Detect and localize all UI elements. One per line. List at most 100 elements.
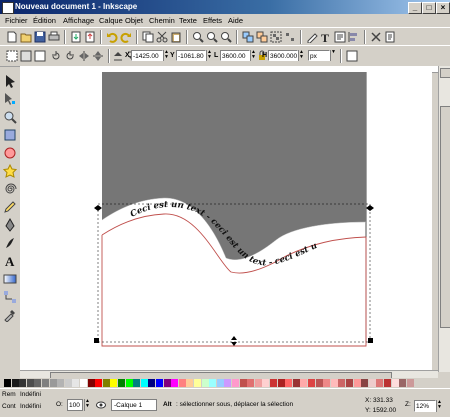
- redo-icon[interactable]: [120, 31, 132, 43]
- palette-swatch[interactable]: [194, 379, 201, 387]
- print-icon[interactable]: [48, 31, 60, 43]
- palette-swatch[interactable]: [216, 379, 224, 387]
- scroll-up-arrow[interactable]: [440, 68, 450, 78]
- palette-swatch[interactable]: [277, 379, 285, 387]
- vertical-scroll-thumb[interactable]: [440, 106, 450, 328]
- opacity-spinner[interactable]: ▲ ▼: [84, 399, 90, 411]
- menu-aide[interactable]: Aide: [228, 14, 243, 27]
- spiral-tool-icon[interactable]: [3, 182, 17, 196]
- import-icon[interactable]: [70, 31, 82, 43]
- palette-swatch[interactable]: [353, 379, 361, 387]
- fill-value[interactable]: Indéfini: [20, 391, 41, 398]
- palette-swatch[interactable]: [95, 379, 103, 387]
- palette-swatch[interactable]: [308, 379, 315, 387]
- menu-calque[interactable]: Calque: [99, 14, 123, 27]
- palette-swatch[interactable]: [209, 379, 217, 387]
- palette-swatch[interactable]: [391, 379, 399, 387]
- x-field[interactable]: -1425.00: [131, 50, 163, 61]
- align-distribute-icon[interactable]: [348, 31, 360, 43]
- palette-swatch[interactable]: [87, 379, 95, 387]
- menu-edition[interactable]: Édition: [33, 14, 56, 27]
- calligraphy-tool-icon[interactable]: [3, 236, 17, 250]
- palette-swatch[interactable]: [72, 379, 80, 387]
- opacity-field[interactable]: 100: [67, 399, 83, 411]
- flip-horizontal-icon[interactable]: [78, 50, 90, 62]
- palette-swatch[interactable]: [239, 379, 247, 387]
- y-field[interactable]: -1061.80: [176, 50, 206, 61]
- text-tool-icon[interactable]: A: [3, 254, 17, 268]
- palette-swatch[interactable]: [323, 379, 331, 387]
- palette-swatch[interactable]: [300, 379, 308, 387]
- close-button[interactable]: ×: [436, 2, 450, 14]
- unit-select[interactable]: px: [308, 50, 330, 61]
- palette-swatch[interactable]: [49, 379, 57, 387]
- palette-swatch[interactable]: [133, 379, 141, 387]
- text-font-icon[interactable]: T: [320, 31, 332, 43]
- palette-swatch[interactable]: [262, 379, 270, 387]
- cut-icon[interactable]: [156, 31, 168, 43]
- zoom-selection-icon[interactable]: [192, 31, 204, 43]
- new-document-icon[interactable]: [6, 31, 18, 43]
- menu-affichage[interactable]: Affichage: [63, 14, 94, 27]
- star-tool-icon[interactable]: [3, 164, 17, 178]
- x-spinner[interactable]: ▲ ▼: [163, 50, 169, 61]
- palette-swatch[interactable]: [140, 379, 148, 387]
- corner-handle-bottom-left[interactable]: [94, 338, 99, 343]
- palette-swatch[interactable]: [110, 379, 118, 387]
- palette-swatch[interactable]: [156, 379, 163, 387]
- flip-vertical-icon[interactable]: [92, 50, 104, 62]
- palette-swatch[interactable]: [125, 379, 133, 387]
- pen-tool-icon[interactable]: [3, 218, 17, 232]
- palette-swatch[interactable]: [232, 379, 239, 387]
- palette-swatch[interactable]: [399, 379, 407, 387]
- corner-handle-bottom-right[interactable]: [368, 338, 373, 343]
- gray-shape[interactable]: [102, 72, 366, 260]
- group-icon[interactable]: [270, 31, 282, 43]
- palette-swatch[interactable]: [26, 379, 34, 387]
- palette-swatch[interactable]: [11, 379, 19, 387]
- undo-icon[interactable]: [106, 31, 118, 43]
- duplicate-icon[interactable]: [242, 31, 254, 43]
- palette-swatch[interactable]: [118, 379, 125, 387]
- palette-swatch[interactable]: [346, 379, 353, 387]
- ellipse-tool-icon[interactable]: [3, 146, 17, 160]
- open-icon[interactable]: [20, 31, 32, 43]
- palette-swatch[interactable]: [285, 379, 293, 387]
- height-field[interactable]: 3600.000: [268, 50, 298, 61]
- minimize-button[interactable]: _: [408, 2, 422, 14]
- fill-stroke-icon[interactable]: [306, 31, 318, 43]
- palette-swatch[interactable]: [338, 379, 346, 387]
- scale-handle-bottom[interactable]: [231, 336, 237, 346]
- rotate-cw-icon[interactable]: [64, 50, 76, 62]
- width-field[interactable]: 3600.00: [220, 50, 250, 61]
- menu-fichier[interactable]: Fichier: [5, 14, 28, 27]
- palette-swatch[interactable]: [315, 379, 323, 387]
- menu-objet[interactable]: Objet: [125, 14, 143, 27]
- xml-editor-icon[interactable]: [334, 31, 346, 43]
- palette-swatch[interactable]: [57, 379, 65, 387]
- stroke-value[interactable]: Indéfini: [20, 403, 41, 410]
- rotate-ccw-icon[interactable]: [50, 50, 62, 62]
- deselect-icon[interactable]: [34, 50, 46, 62]
- zoom-page-icon[interactable]: [220, 31, 232, 43]
- palette-swatch[interactable]: [376, 379, 384, 387]
- palette-swatch[interactable]: [64, 379, 72, 387]
- menu-texte[interactable]: Texte: [179, 14, 197, 27]
- palette-swatch[interactable]: [42, 379, 49, 387]
- document-properties-icon[interactable]: [384, 31, 396, 43]
- pencil-tool-icon[interactable]: [3, 200, 17, 214]
- palette-swatch[interactable]: [102, 379, 110, 387]
- palette-swatch[interactable]: [224, 379, 232, 387]
- dropper-tool-icon[interactable]: [3, 308, 17, 322]
- vertical-scrollbar[interactable]: [438, 66, 450, 372]
- height-spinner[interactable]: ▲ ▼: [298, 50, 304, 61]
- paste-icon[interactable]: [170, 31, 182, 43]
- rectangle-tool-icon[interactable]: [3, 128, 17, 142]
- connector-tool-icon[interactable]: [3, 290, 17, 304]
- drawing-canvas[interactable]: Ceci est un text - ceci est un text - ce…: [20, 70, 432, 372]
- scale-stroke-icon[interactable]: [346, 50, 358, 62]
- scale-handle-left[interactable]: [94, 205, 102, 211]
- palette-swatch[interactable]: [292, 379, 300, 387]
- scale-handle-right[interactable]: [366, 205, 374, 211]
- palette-swatch[interactable]: [254, 379, 262, 387]
